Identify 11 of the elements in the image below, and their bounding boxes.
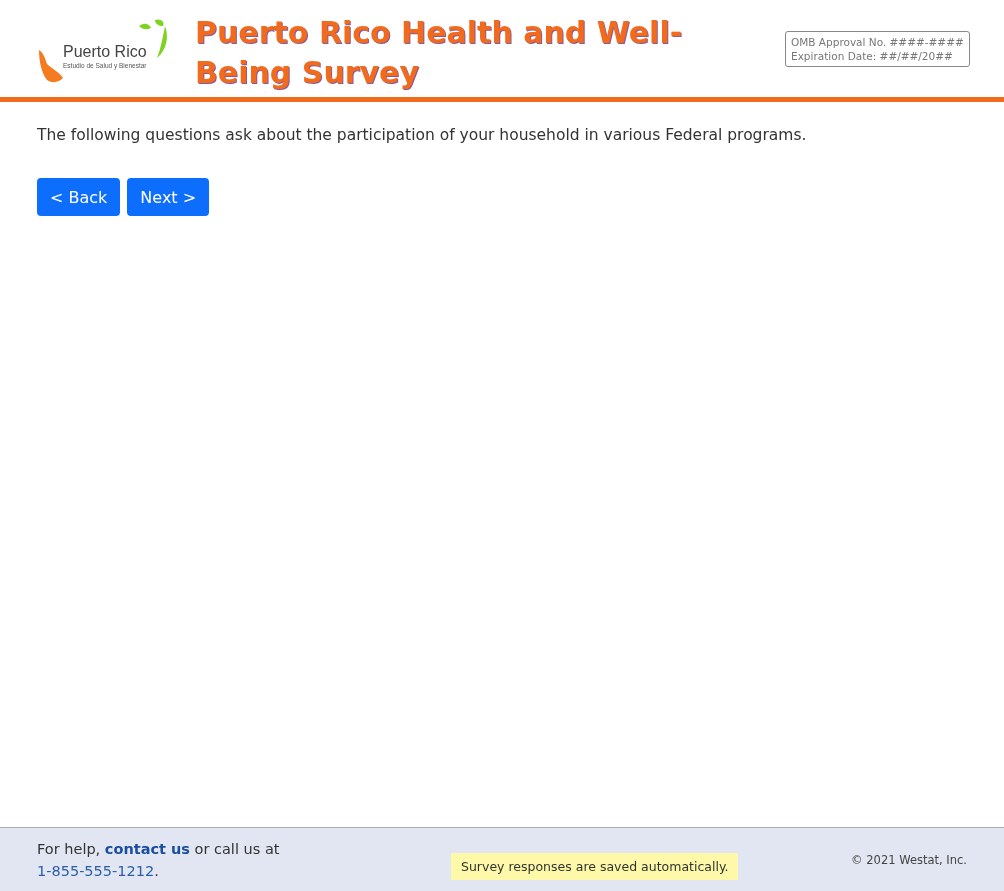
- survey-title: Puerto Rico Health and Well-Being Survey: [195, 14, 684, 92]
- nav-button[interactable]: Next >: [127, 178, 210, 216]
- save-notice: Survey responses are saved automatically.: [451, 853, 739, 880]
- phone-link[interactable]: 1-855-555-1212: [37, 862, 155, 879]
- omb-notice: OMB Approval No. ####-#### Expiration Date: ##/##/20##: [785, 31, 970, 67]
- copyright-text: © 2021 Westat, Inc.: [851, 852, 967, 867]
- contact-link[interactable]: contact us: [104, 840, 190, 857]
- intro-text: The following questions ask about the participation of your household in various Federal programs.: [37, 126, 808, 144]
- logo-name: Puerto Rico: [63, 43, 147, 61]
- help-text: For help, contact us or call us at 1-855-555-1212.: [37, 839, 281, 881]
- nav-button[interactable]: < Back: [37, 178, 121, 216]
